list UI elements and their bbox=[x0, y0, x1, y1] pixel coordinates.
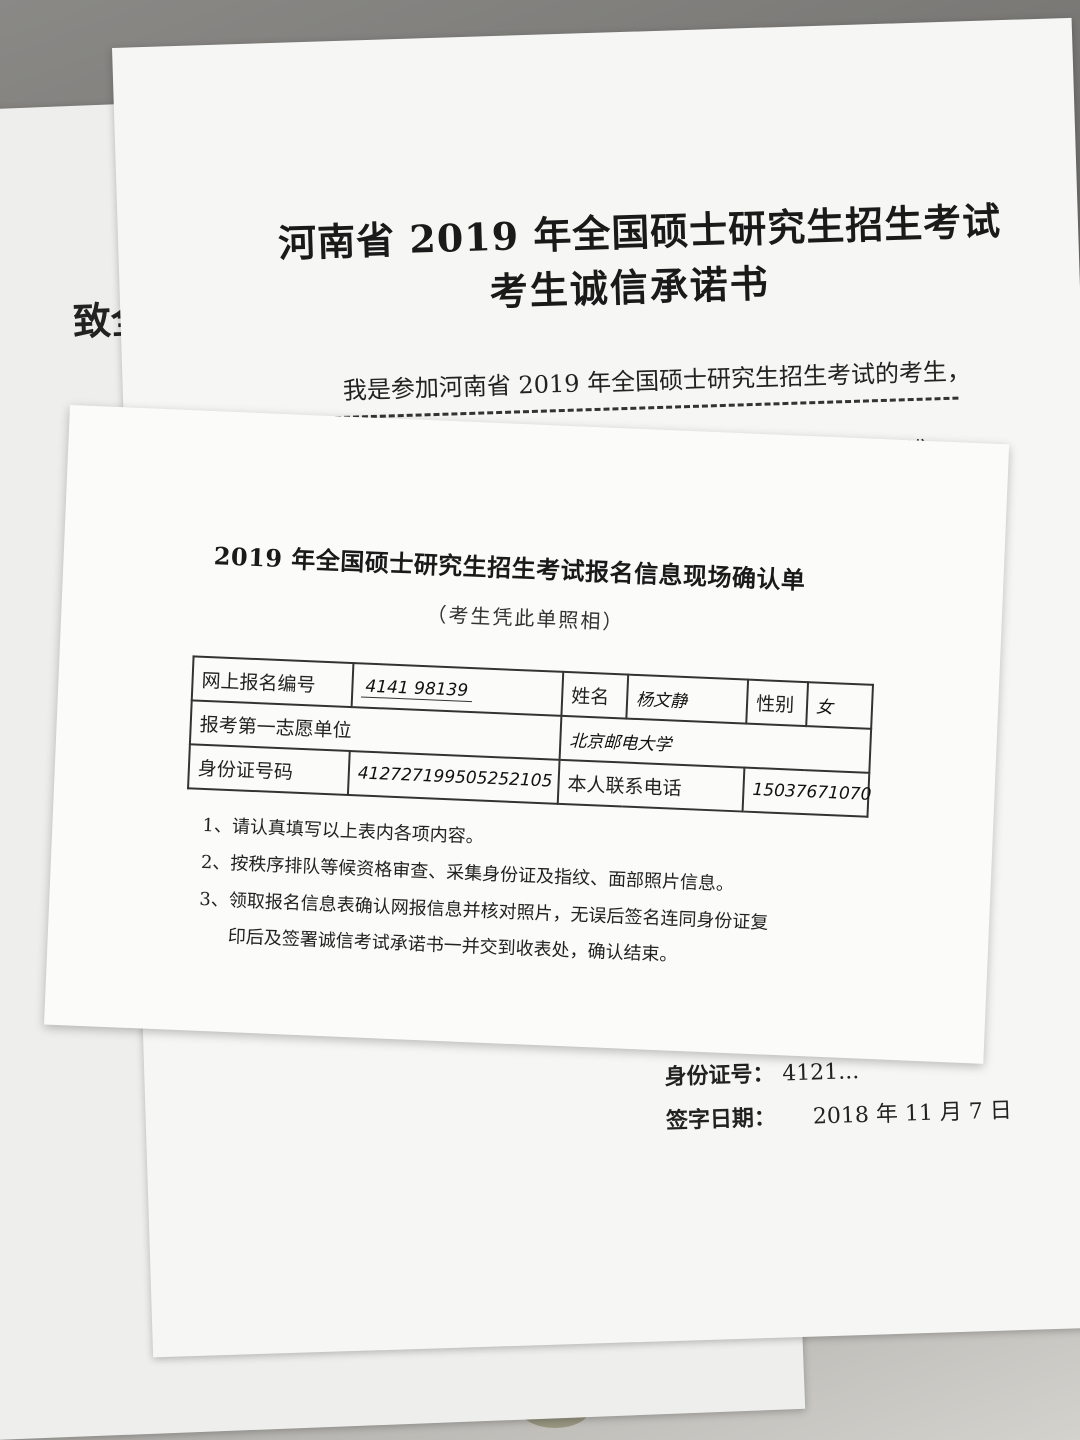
instruction-1: 1、请认真填写以上表内各项内容。 bbox=[202, 814, 485, 848]
name-label: 姓名 bbox=[561, 671, 629, 719]
phone-label: 本人联系电话 bbox=[557, 759, 745, 812]
form-title: 2019 年全国硕士研究生招生考试报名信息现场确认单 bbox=[213, 541, 807, 595]
pledge-date-value: 2018 年 11 月 7 日 bbox=[812, 1098, 1013, 1130]
pledge-id-value: 4121... bbox=[781, 1059, 860, 1087]
pledge-intro: 我是参加河南省 2019 年全国硕士研究生招生考试的考生， bbox=[342, 357, 972, 405]
pledge-date-label: 签字日期： bbox=[665, 1104, 777, 1135]
pledge-date-line: 签字日期： 2018 年 11 月 7 日 bbox=[665, 1092, 1013, 1135]
gender-value: 女 bbox=[806, 682, 873, 729]
name-value: 杨文静 bbox=[626, 674, 749, 724]
pledge-id-line: 身份证号： 4121... bbox=[664, 1053, 860, 1091]
instruction-3-continued: 印后及签署诚信考试承诺书一并交到收表处，确认结束。 bbox=[227, 926, 678, 966]
id-number-value: 412727199505252105 bbox=[347, 751, 560, 804]
gender-label: 性别 bbox=[746, 679, 809, 727]
registration-info-table: 网上报名编号 4141 98139 姓名 杨文静 性别 女 报考第一志愿单位 北… bbox=[187, 655, 874, 817]
reg-number-value: 4141 98139 bbox=[361, 675, 473, 702]
id-number-label: 身份证号码 bbox=[188, 744, 350, 795]
confirmation-form: 2019 年全国硕士研究生招生考试报名信息现场确认单 （考生凭此单照相） 网上报… bbox=[44, 405, 1010, 1064]
pledge-id-label: 身份证号： bbox=[664, 1060, 775, 1091]
pledge-subtitle: 考生诚信承诺书 bbox=[489, 260, 771, 315]
phone-value: 15037671070 bbox=[742, 767, 872, 817]
form-note: （考生凭此单照相） bbox=[426, 602, 625, 635]
reg-number-label: 网上报名编号 bbox=[191, 656, 354, 708]
